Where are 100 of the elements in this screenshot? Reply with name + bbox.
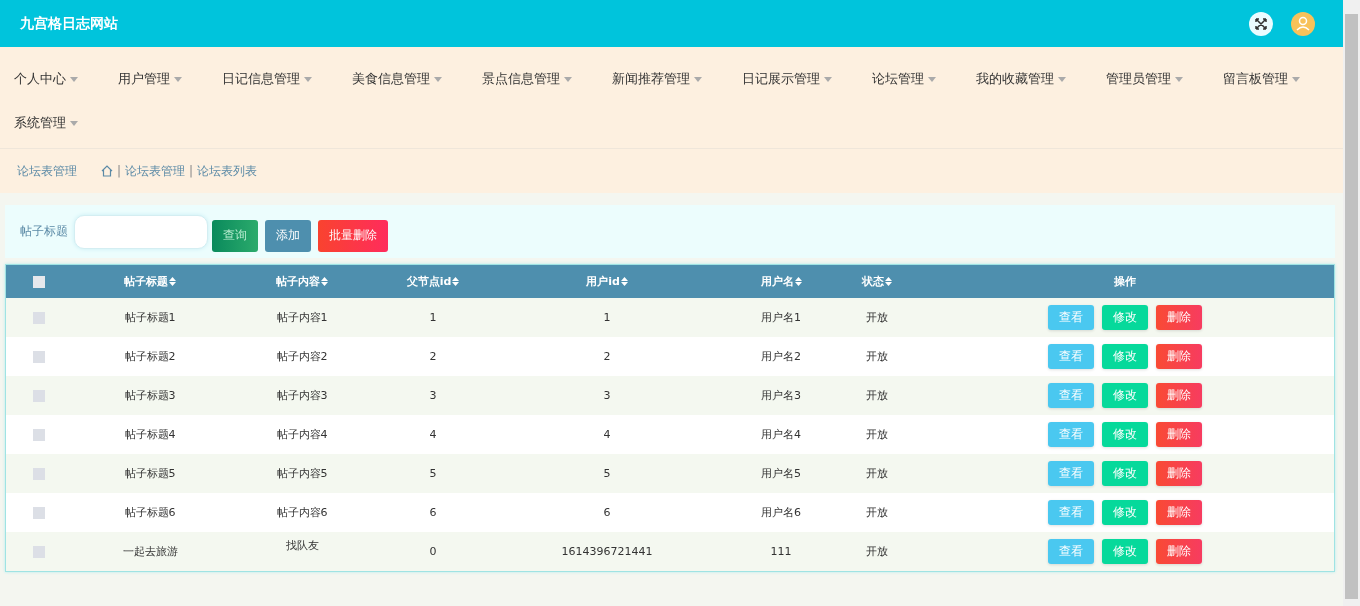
table-cell: 1614396721441 bbox=[561, 545, 653, 558]
table-cell: 4 bbox=[429, 428, 437, 441]
row-checkbox[interactable] bbox=[33, 311, 45, 324]
edit-button[interactable]: 修改 bbox=[1102, 461, 1148, 486]
nav-menu-item[interactable]: 留言板管理 bbox=[1223, 57, 1300, 101]
edit-button[interactable]: 修改 bbox=[1102, 500, 1148, 525]
row-checkbox[interactable] bbox=[33, 506, 45, 519]
table-cell: 帖子标题5 bbox=[124, 466, 176, 481]
breadcrumb-link[interactable]: 论坛表列表 bbox=[197, 162, 258, 180]
table-cell: 找队友 bbox=[285, 538, 319, 553]
table-cell: 帖子标题2 bbox=[124, 349, 176, 364]
row-checkbox[interactable] bbox=[33, 350, 45, 363]
table-cell: 帖子标题1 bbox=[124, 310, 176, 325]
table-cell: 开放 bbox=[866, 310, 888, 325]
delete-button[interactable]: 删除 bbox=[1156, 305, 1202, 330]
table-cell: 6 bbox=[603, 506, 611, 519]
add-button[interactable]: 添加 bbox=[265, 219, 311, 252]
edit-button[interactable]: 修改 bbox=[1102, 344, 1148, 369]
caret-icon bbox=[694, 76, 702, 82]
sort-icon[interactable] bbox=[169, 277, 176, 286]
nav-menu-item[interactable]: 管理员管理 bbox=[1106, 57, 1183, 101]
table-cell: 开放 bbox=[866, 427, 888, 442]
table-cell: 帖子内容1 bbox=[276, 310, 328, 325]
delete-button[interactable]: 删除 bbox=[1156, 539, 1202, 564]
caret-icon bbox=[434, 76, 442, 82]
column-header[interactable]: 用户id bbox=[586, 274, 628, 289]
table-cell: 开放 bbox=[866, 544, 888, 559]
sort-icon[interactable] bbox=[794, 277, 802, 286]
table-cell: 帖子内容3 bbox=[276, 388, 328, 403]
table-cell: 1 bbox=[603, 311, 611, 324]
breadcrumb-separator: | bbox=[189, 164, 194, 178]
view-button[interactable]: 查看 bbox=[1048, 461, 1094, 486]
view-button[interactable]: 查看 bbox=[1048, 422, 1094, 447]
breadcrumb-link[interactable]: 论坛表管理 bbox=[125, 162, 186, 180]
table-cell: 3 bbox=[429, 389, 437, 402]
site-title: 九宫格日志网站 bbox=[20, 14, 119, 33]
caret-icon bbox=[1292, 76, 1300, 82]
caret-icon bbox=[70, 76, 78, 82]
table-cell: 帖子标题4 bbox=[124, 427, 176, 442]
nav-menu-item[interactable]: 日记信息管理 bbox=[222, 57, 312, 101]
row-checkbox[interactable] bbox=[33, 467, 45, 480]
column-header[interactable]: 帖子内容 bbox=[276, 274, 328, 289]
table-cell: 0 bbox=[429, 545, 437, 558]
nav-menu-item[interactable]: 论坛管理 bbox=[872, 57, 936, 101]
table-cell: 帖子内容4 bbox=[276, 427, 328, 442]
caret-icon bbox=[304, 76, 312, 82]
avatar-icon[interactable] bbox=[1291, 11, 1315, 36]
select-all-checkbox[interactable] bbox=[33, 275, 45, 288]
table-cell: 用户名1 bbox=[761, 310, 801, 325]
delete-button[interactable]: 删除 bbox=[1156, 461, 1202, 486]
sort-icon[interactable] bbox=[620, 277, 628, 286]
view-button[interactable]: 查看 bbox=[1048, 344, 1094, 369]
column-header[interactable]: 帖子标题 bbox=[124, 274, 176, 289]
search-button[interactable]: 查询 bbox=[212, 219, 258, 252]
table-cell: 帖子标题3 bbox=[124, 388, 176, 403]
nav-menu-item[interactable]: 系统管理 bbox=[14, 101, 78, 145]
table-cell: 帖子内容5 bbox=[276, 466, 328, 481]
breadcrumb-separator: | bbox=[117, 164, 122, 178]
table-cell: 一起去旅游 bbox=[122, 544, 178, 559]
caret-icon bbox=[1058, 76, 1066, 82]
caret-icon bbox=[70, 120, 78, 126]
table-cell: 帖子内容2 bbox=[276, 349, 328, 364]
view-button[interactable]: 查看 bbox=[1048, 500, 1094, 525]
delete-button[interactable]: 删除 bbox=[1156, 422, 1202, 447]
table-cell: 5 bbox=[603, 467, 611, 480]
edit-button[interactable]: 修改 bbox=[1102, 383, 1148, 408]
nav-menu-item[interactable]: 日记展示管理 bbox=[742, 57, 832, 101]
search-label: 帖子标题 bbox=[20, 223, 68, 240]
sort-icon[interactable] bbox=[452, 277, 460, 286]
delete-button[interactable]: 删除 bbox=[1156, 344, 1202, 369]
table-cell: 用户名2 bbox=[761, 349, 801, 364]
home-icon[interactable] bbox=[101, 165, 113, 177]
view-button[interactable]: 查看 bbox=[1048, 539, 1094, 564]
row-checkbox[interactable] bbox=[33, 389, 45, 402]
nav-menu-item[interactable]: 用户管理 bbox=[118, 57, 182, 101]
caret-icon bbox=[1175, 76, 1183, 82]
sort-icon[interactable] bbox=[885, 277, 892, 286]
edit-button[interactable]: 修改 bbox=[1102, 305, 1148, 330]
row-checkbox[interactable] bbox=[33, 545, 45, 558]
view-button[interactable]: 查看 bbox=[1048, 305, 1094, 330]
edit-button[interactable]: 修改 bbox=[1102, 539, 1148, 564]
scrollbar[interactable] bbox=[1343, 0, 1360, 606]
edit-button[interactable]: 修改 bbox=[1102, 422, 1148, 447]
row-checkbox[interactable] bbox=[33, 428, 45, 441]
view-button[interactable]: 查看 bbox=[1048, 383, 1094, 408]
column-header[interactable]: 用户名 bbox=[760, 274, 802, 289]
nav-menu-item[interactable]: 我的收藏管理 bbox=[976, 57, 1066, 101]
delete-button[interactable]: 批量删除 bbox=[318, 219, 388, 252]
table-cell: 开放 bbox=[866, 466, 888, 481]
nav-menu-item[interactable]: 景点信息管理 bbox=[482, 57, 572, 101]
title-search-field[interactable] bbox=[74, 214, 208, 249]
sort-icon[interactable] bbox=[321, 277, 328, 286]
delete-button[interactable]: 删除 bbox=[1156, 383, 1202, 408]
column-header[interactable]: 状态 bbox=[862, 274, 892, 289]
column-header[interactable]: 父节点id bbox=[406, 274, 460, 289]
nav-menu-item[interactable]: 新闻推荐管理 bbox=[612, 57, 702, 101]
delete-button[interactable]: 删除 bbox=[1156, 500, 1202, 525]
nav-menu-item[interactable]: 个人中心 bbox=[14, 57, 78, 101]
fullscreen-icon[interactable] bbox=[1249, 11, 1273, 36]
nav-menu-item[interactable]: 美食信息管理 bbox=[352, 57, 442, 101]
